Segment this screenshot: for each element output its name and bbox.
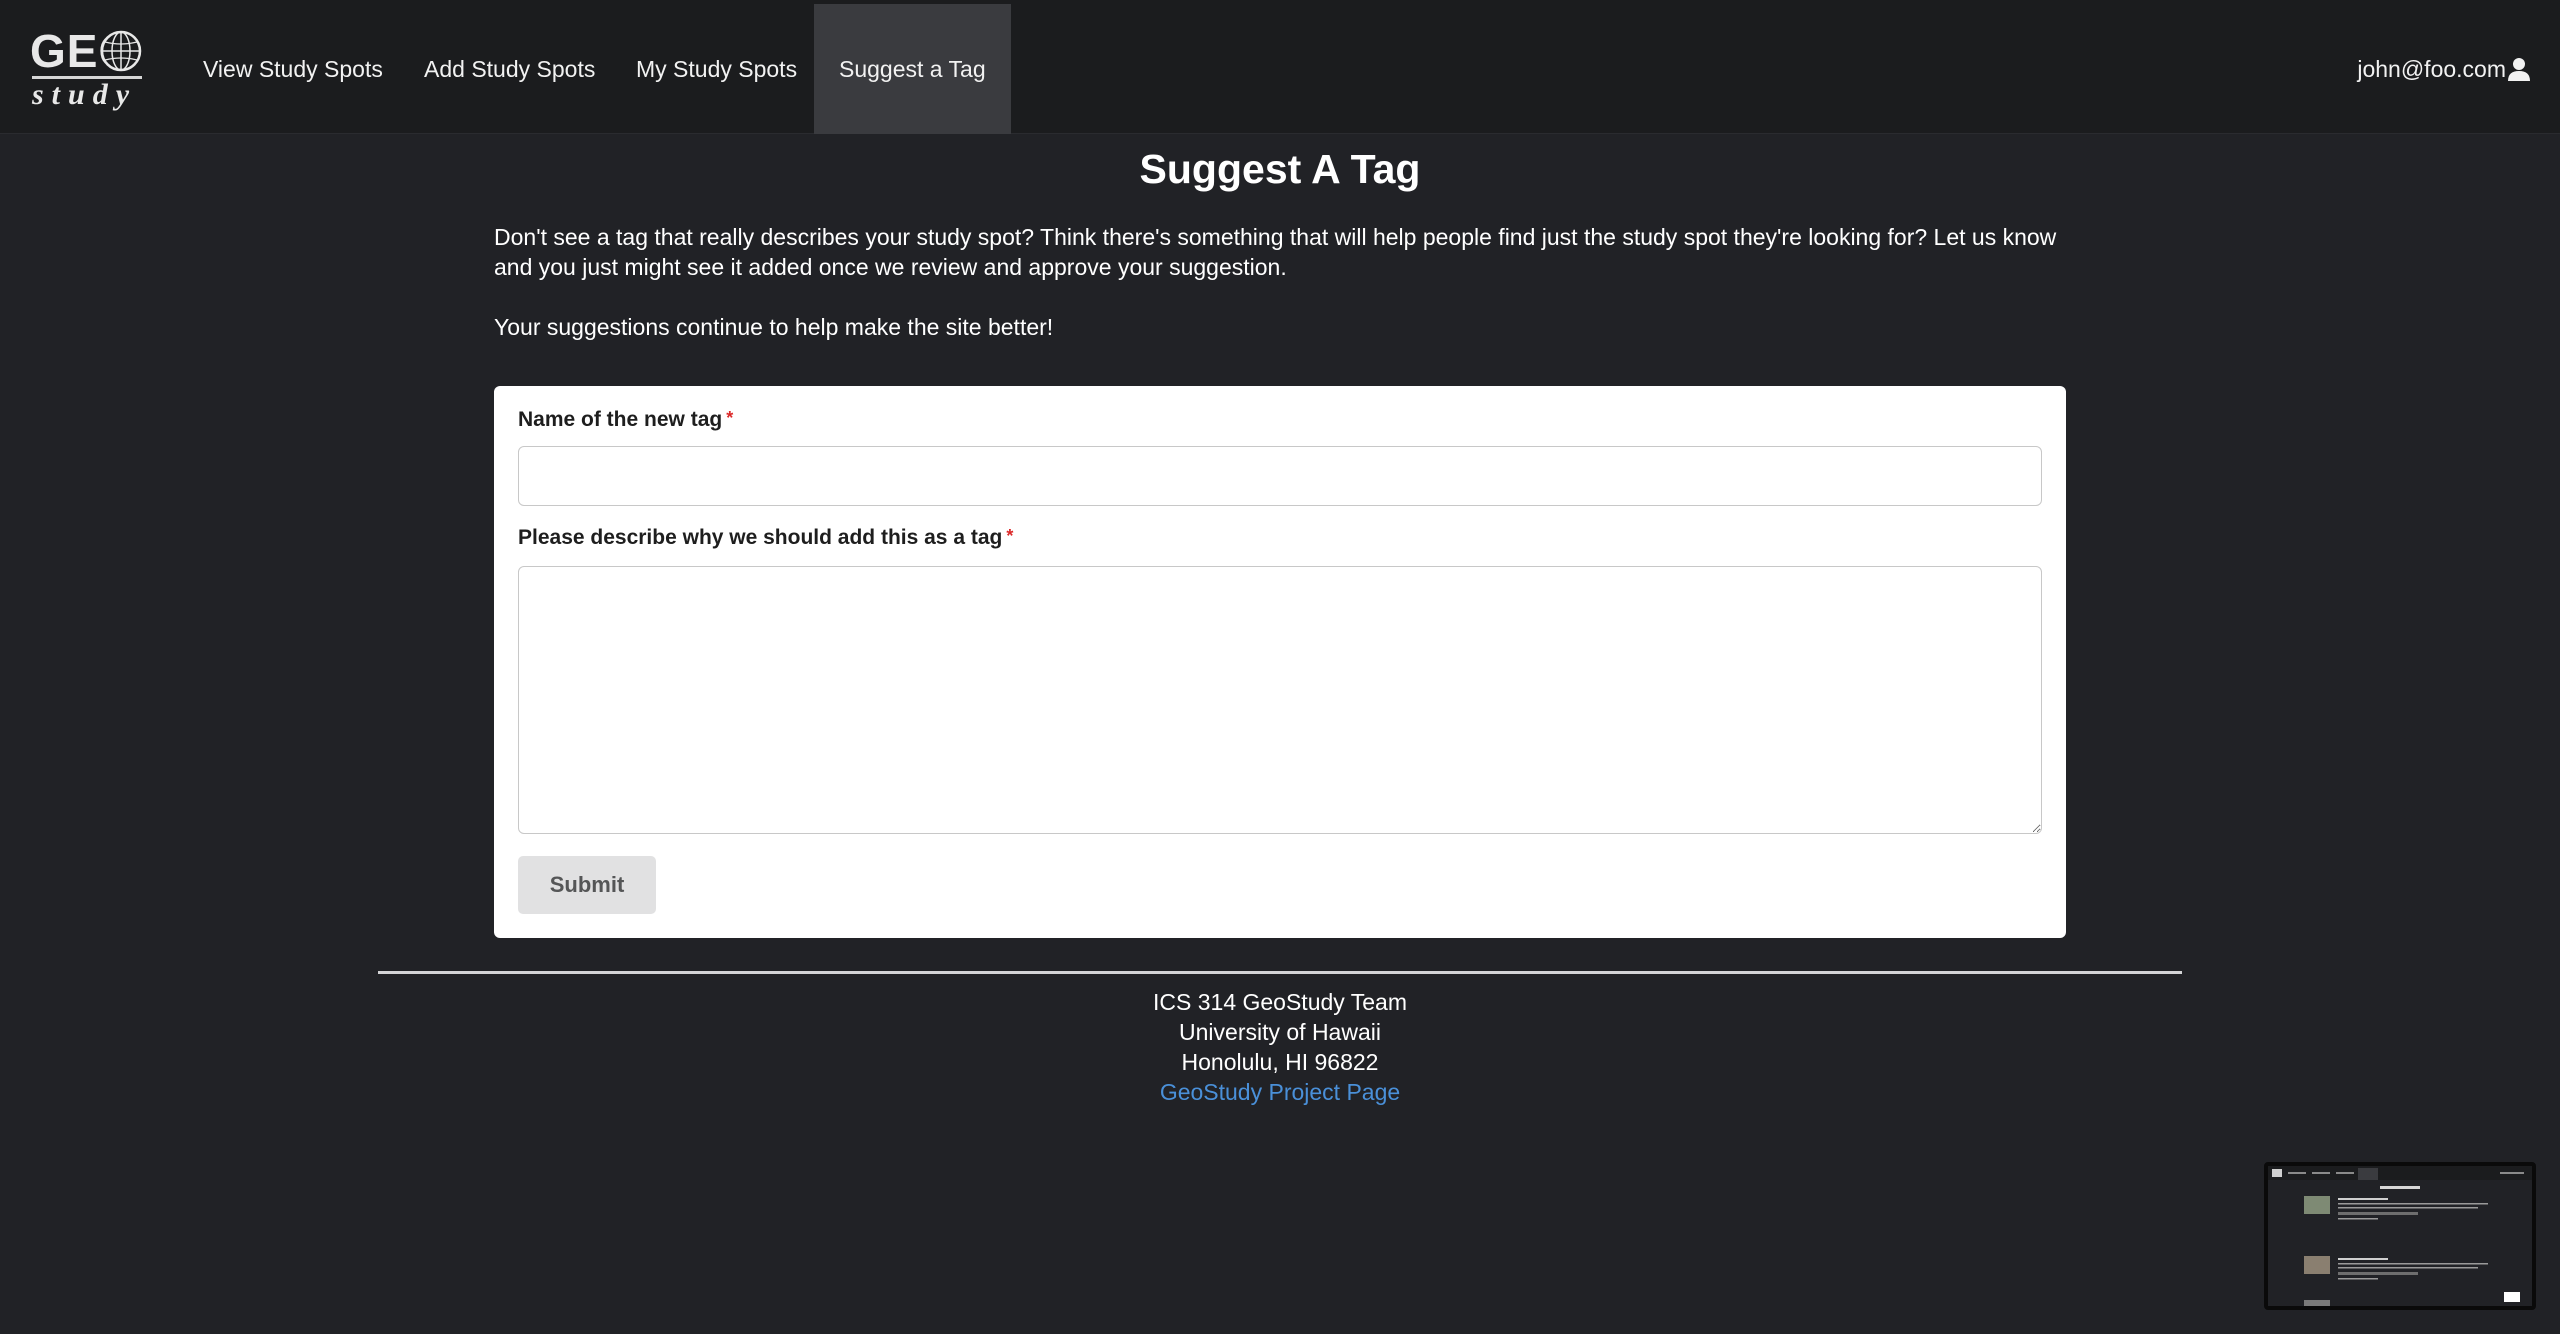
intro-text: Don't see a tag that really describes yo… <box>494 222 2074 342</box>
project-page-link[interactable]: GeoStudy Project Page <box>1160 1079 1400 1105</box>
suggest-tag-form: Name of the new tag * Please describe why… <box>494 386 2066 938</box>
tag-description-label: Please describe why we should add this a… <box>518 526 1013 550</box>
geostudy-logo[interactable]: GEO study <box>28 24 146 111</box>
tag-description-textarea[interactable] <box>518 566 2042 834</box>
intro-secondary: Your suggestions continue to help make t… <box>494 314 1054 340</box>
nav-my-study-spots[interactable]: My Study Spots <box>636 4 797 134</box>
window-preview-image <box>2268 1166 2532 1306</box>
tag-name-label: Name of the new tag * <box>518 408 733 432</box>
navbar: GEO study View Study Spots Add Study Spo… <box>0 0 2560 134</box>
user-email: john@foo.com <box>2357 55 2506 82</box>
tag-description-label-text: Please describe why we should add this a… <box>518 526 1003 549</box>
window-preview-thumbnail[interactable] <box>2264 1162 2536 1310</box>
nav-view-study-spots[interactable]: View Study Spots <box>203 4 383 134</box>
submit-button[interactable]: Submit <box>518 856 656 914</box>
intro-paragraph: Don't see a tag that really describes yo… <box>494 224 2057 280</box>
footer-team: ICS 314 GeoStudy Team <box>1153 989 1407 1015</box>
tag-name-label-text: Name of the new tag <box>518 408 723 431</box>
required-marker: * <box>726 408 734 428</box>
tag-name-input[interactable] <box>518 446 2042 506</box>
footer-divider <box>378 971 2182 974</box>
logo-text-study: study <box>32 78 138 111</box>
page-title: Suggest A Tag <box>1139 146 1421 192</box>
globe-icon <box>100 30 142 72</box>
footer-university: University of Hawaii <box>1179 1019 1381 1045</box>
nav-suggest-a-tag[interactable]: Suggest a Tag <box>814 4 1011 134</box>
footer-address: Honolulu, HI 96822 <box>1181 1049 1379 1075</box>
footer: ICS 314 GeoStudy Team University of Hawa… <box>0 987 2560 1107</box>
user-menu[interactable]: john@foo.com <box>2357 4 2530 134</box>
required-marker: * <box>1006 526 1014 546</box>
nav-add-study-spots[interactable]: Add Study Spots <box>424 4 595 134</box>
user-icon <box>2508 58 2530 81</box>
